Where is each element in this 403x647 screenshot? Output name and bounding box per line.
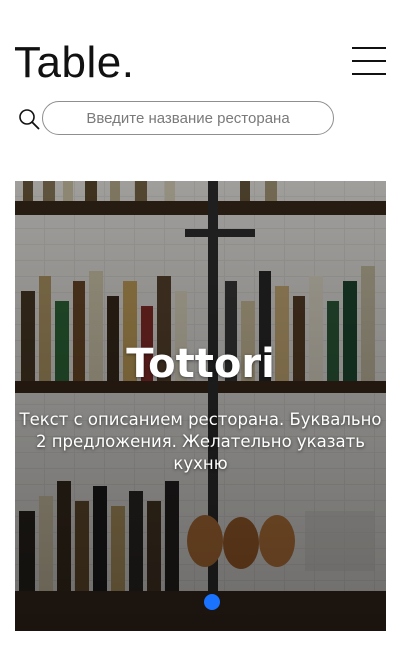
carousel-dot-active[interactable]	[204, 594, 220, 610]
restaurant-title[interactable]: Tottori	[15, 339, 386, 389]
search-icon[interactable]	[18, 108, 40, 130]
logo[interactable]: Table.	[14, 38, 134, 88]
photo-overlay	[15, 181, 386, 631]
restaurant-carousel[interactable]: Tottori Текст с описанием ресторана. Бук…	[15, 181, 386, 631]
search-input[interactable]	[42, 101, 334, 135]
hamburger-menu-icon[interactable]	[350, 44, 388, 78]
menu-line	[352, 47, 386, 49]
menu-line	[352, 60, 386, 62]
menu-line	[352, 73, 386, 75]
restaurant-description: Текст с описанием ресторана. Буквально 2…	[19, 410, 382, 473]
